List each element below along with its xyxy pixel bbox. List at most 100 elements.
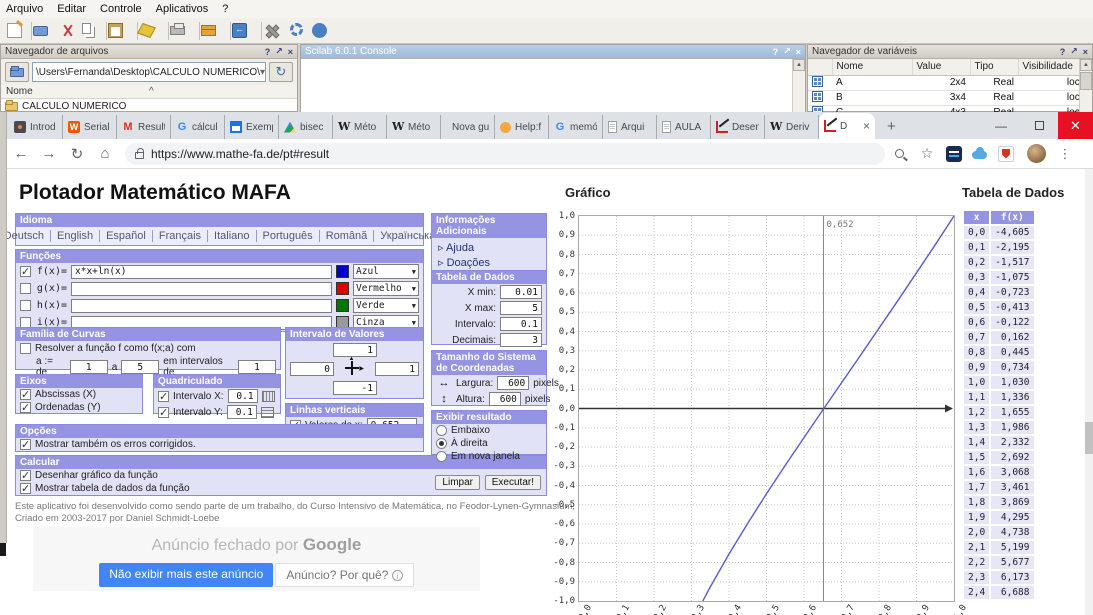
file-browser-titlebar[interactable]: Navegador de arquivos ? ↗ ×: [1, 45, 297, 59]
browser-tab[interactable]: Serial ×: [63, 115, 117, 139]
browser-tab[interactable]: D ×: [819, 113, 875, 139]
panel-undock-icon[interactable]: ↗: [1070, 46, 1078, 57]
limpar-button[interactable]: Limpar: [435, 475, 480, 490]
scilab-menu-item[interactable]: Aplicativos: [156, 3, 209, 15]
variables-col-tipo[interactable]: Tipo: [970, 59, 1018, 75]
paste-icon[interactable]: [106, 22, 130, 40]
browser-menu-icon[interactable]: ⋮: [1054, 146, 1076, 162]
archive-icon[interactable]: [199, 22, 223, 40]
scilab-menu-item[interactable]: Arquivo: [6, 3, 43, 15]
scilab-menu-item[interactable]: ?: [222, 3, 228, 15]
variables-scrollbar[interactable]: ▲: [1079, 59, 1092, 112]
new-tab-button[interactable]: +: [887, 118, 896, 135]
dismiss-ad-button[interactable]: Não exibir mais este anúncio: [99, 563, 273, 587]
interval-bottom-input[interactable]: [333, 381, 377, 395]
scilab-help-icon[interactable]: [311, 22, 329, 40]
new-script-icon[interactable]: [6, 22, 24, 40]
variables-col-value[interactable]: Value: [912, 59, 970, 75]
exibir-radio[interactable]: [436, 438, 447, 449]
browser-tab[interactable]: bisec ×: [279, 115, 333, 139]
variables-titlebar[interactable]: Navegador de variáveis ? ↗ ×: [808, 45, 1092, 59]
interval-top-input[interactable]: [333, 343, 377, 357]
browser-tab[interactable]: AULA ×: [657, 115, 711, 139]
zoom-icon[interactable]: [885, 149, 913, 158]
variables-col-nome[interactable]: Nome: [832, 59, 912, 75]
tools-icon[interactable]: [261, 22, 285, 40]
console-icon[interactable]: [230, 22, 254, 40]
language-link[interactable]: Português: [257, 230, 320, 242]
grid-y-checkbox[interactable]: [158, 407, 169, 418]
familia-checkbox[interactable]: [20, 343, 31, 354]
grid-y-input[interactable]: [227, 405, 257, 419]
familia-to-input[interactable]: [121, 360, 159, 374]
bookmark-star-icon[interactable]: ☆: [913, 145, 941, 162]
extension-icon[interactable]: [946, 146, 962, 162]
cut-icon[interactable]: [59, 22, 77, 40]
back-button[interactable]: ←: [7, 145, 35, 162]
minimize-button[interactable]: —: [982, 119, 1020, 133]
grid-x-input[interactable]: [228, 389, 258, 403]
scroll-thumb[interactable]: [1080, 72, 1092, 90]
calc-checkbox[interactable]: [20, 483, 31, 494]
console-scrollbar[interactable]: ▲: [792, 59, 805, 112]
color-select[interactable]: Verde▼: [353, 298, 419, 313]
axis-checkbox[interactable]: [20, 389, 31, 400]
language-link[interactable]: English: [51, 230, 100, 242]
path-combobox[interactable]: \Users\Fernanda\Desktop\CALCULO NUMERICO…: [32, 62, 266, 82]
scilab-menu-item[interactable]: Editar: [57, 3, 86, 15]
axis-checkbox[interactable]: [20, 402, 31, 413]
browser-tab[interactable]: Result ×: [117, 115, 171, 139]
function-input[interactable]: [71, 282, 332, 296]
panel-help-icon[interactable]: ?: [773, 47, 779, 57]
address-bar[interactable]: https://www.mathe-fa.de/pt#result: [125, 143, 885, 165]
browser-tab[interactable]: Deriv ×: [765, 115, 819, 139]
panel-close-icon[interactable]: ×: [1083, 47, 1088, 57]
browser-tab[interactable]: Arqui ×: [603, 115, 657, 139]
panel-undock-icon[interactable]: ↗: [275, 46, 283, 57]
function-checkbox[interactable]: [20, 266, 31, 277]
grid-x-checkbox[interactable]: [158, 391, 169, 402]
panel-close-icon[interactable]: ×: [288, 47, 293, 57]
open-file-icon[interactable]: [31, 22, 55, 40]
calc-checkbox[interactable]: [20, 470, 31, 481]
panel-undock-icon[interactable]: ↗: [783, 46, 791, 57]
cloud-extension-icon[interactable]: [972, 146, 988, 162]
page-scrollbar[interactable]: [1085, 169, 1093, 615]
language-link[interactable]: Deutsch: [7, 230, 51, 242]
exibir-radio[interactable]: [436, 425, 447, 436]
settings-gear-icon[interactable]: [289, 22, 307, 40]
scroll-up-icon[interactable]: ▲: [793, 59, 805, 71]
url-text[interactable]: https://www.mathe-fa.de/pt#result: [151, 147, 329, 161]
ad-why-button[interactable]: Anúncio? Por quê? i: [275, 563, 413, 587]
function-input[interactable]: [71, 265, 332, 279]
language-link[interactable]: Español: [100, 230, 153, 242]
forward-button[interactable]: →: [35, 145, 63, 162]
decimais-input[interactable]: [500, 333, 542, 347]
console-output[interactable]: --> for i=1:kf //kf tb e criterio de par…: [301, 59, 805, 112]
color-select[interactable]: Vermelho▼: [353, 281, 419, 296]
browser-tab[interactable]: Exemp ×: [225, 115, 279, 139]
language-link[interactable]: Français: [153, 230, 208, 242]
copy-icon[interactable]: [81, 22, 99, 40]
browser-tab[interactable]: Méto ×: [333, 115, 387, 139]
exibir-radio[interactable]: [436, 451, 447, 462]
info-link[interactable]: Doações: [432, 255, 546, 270]
profile-avatar[interactable]: [1027, 144, 1046, 163]
tab-close-icon[interactable]: ×: [863, 119, 870, 133]
scroll-thumb[interactable]: [1085, 422, 1093, 454]
function-checkbox[interactable]: [20, 283, 31, 294]
intervalo-input[interactable]: [500, 317, 542, 331]
scroll-up-icon[interactable]: ▲: [1080, 59, 1092, 71]
executar-button[interactable]: Executar!: [485, 475, 541, 490]
variable-row[interactable]: C 4x3 Real local: [808, 105, 1092, 112]
info-link[interactable]: Ajuda: [432, 240, 546, 255]
lock-icon[interactable]: [135, 152, 144, 159]
browser-tab[interactable]: Desen ×: [711, 115, 765, 139]
window-close-button[interactable]: ✕: [1058, 112, 1093, 139]
shield-extension-icon[interactable]: [998, 146, 1014, 162]
language-link[interactable]: Română: [320, 230, 375, 242]
interval-left-input[interactable]: [290, 362, 334, 376]
reload-button[interactable]: ↻: [63, 145, 91, 163]
largura-input[interactable]: [497, 376, 529, 390]
panel-help-icon[interactable]: ?: [1060, 47, 1066, 57]
